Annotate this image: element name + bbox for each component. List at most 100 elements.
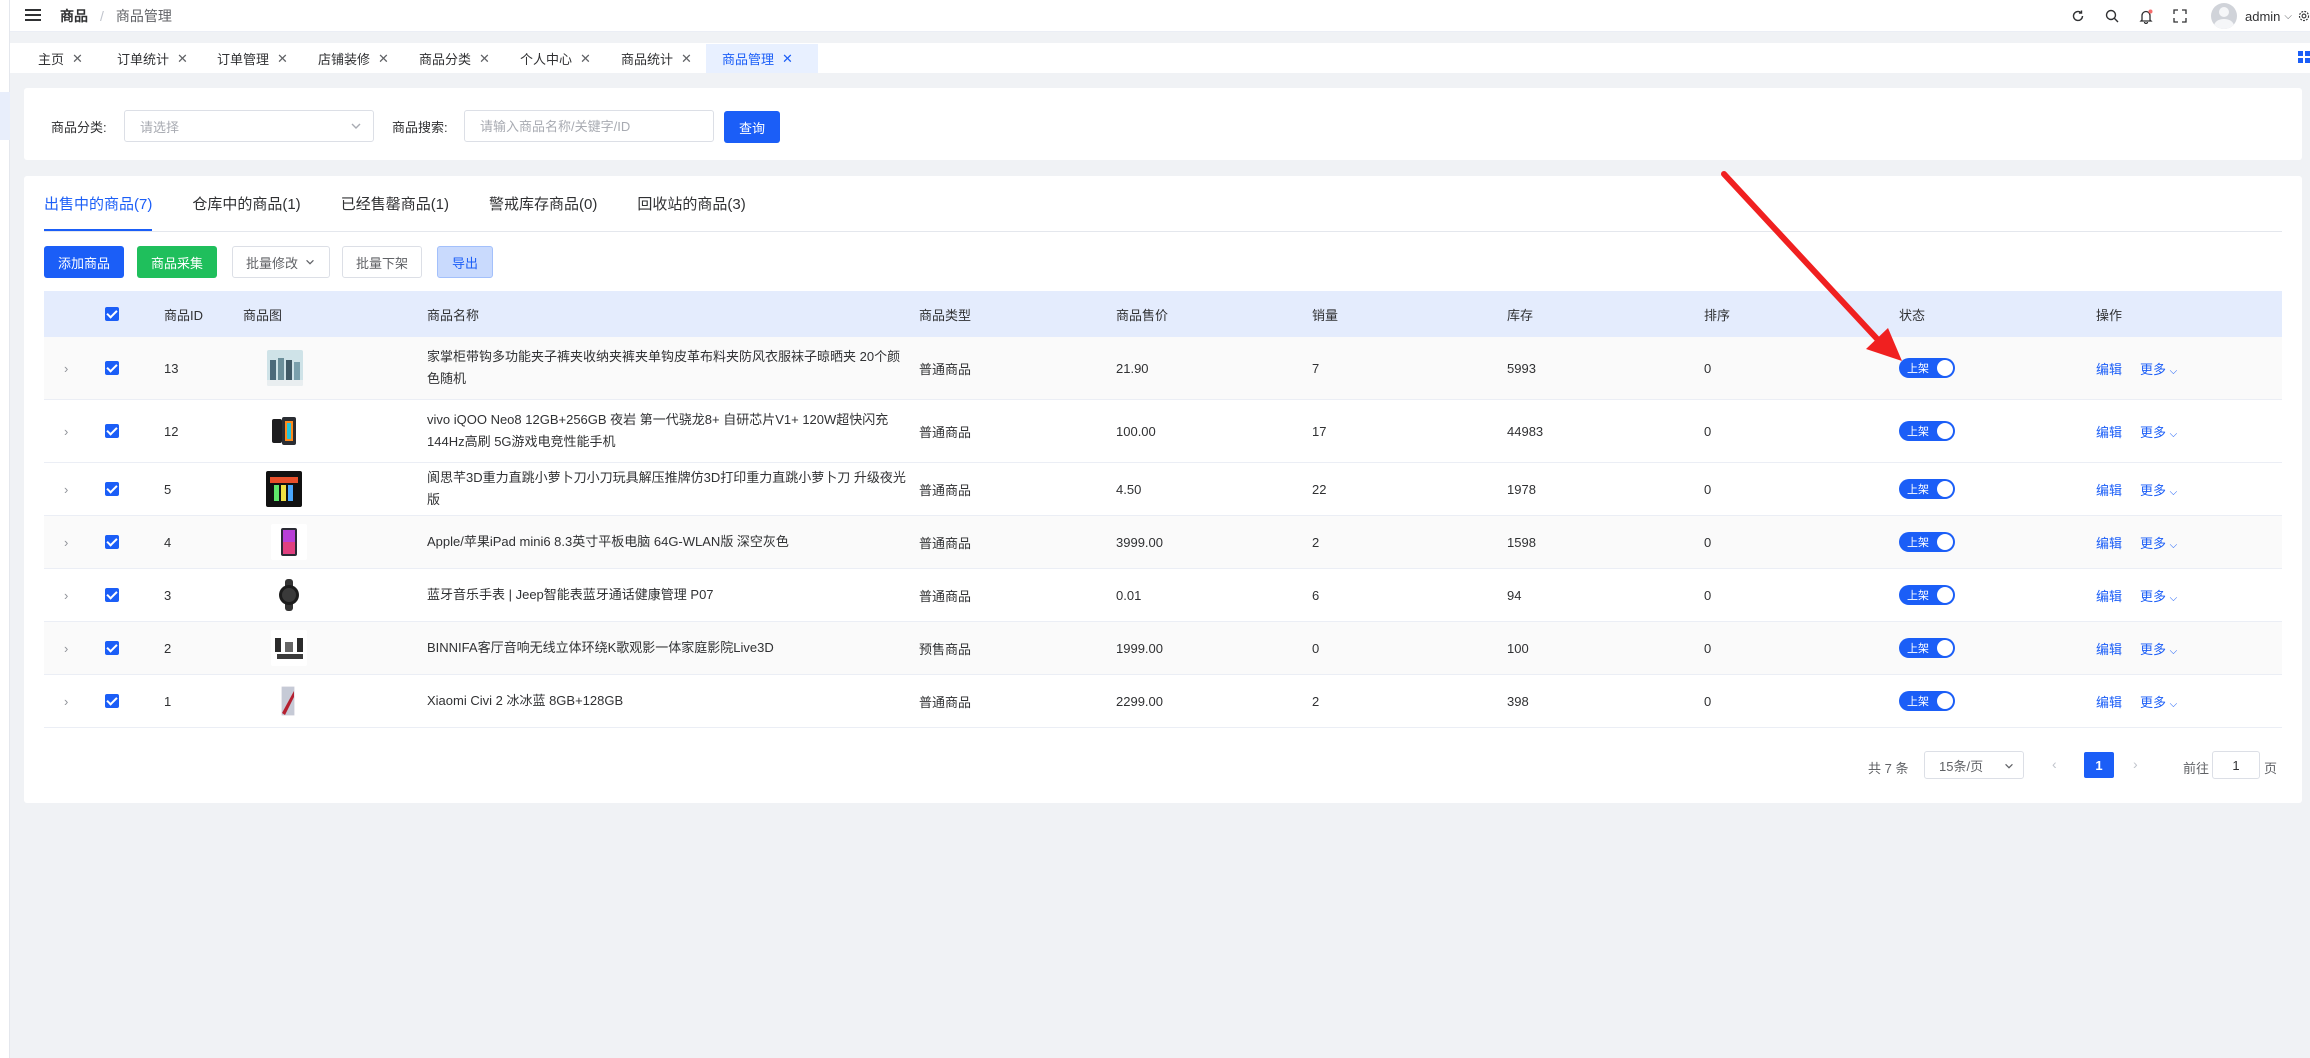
status-switch-cell: 上架 xyxy=(1899,337,1955,399)
batch-off-shelf-button[interactable]: 批量下架 xyxy=(342,246,422,278)
fullscreen-icon[interactable] xyxy=(2172,8,2188,24)
tab-sold-out[interactable]: 已经售罄商品(1) xyxy=(341,176,449,231)
edit-link[interactable]: 编辑 xyxy=(2096,359,2122,378)
row-checkbox[interactable] xyxy=(105,516,119,568)
more-dropdown[interactable]: 更多 ⌵ xyxy=(2140,639,2177,658)
row-checkbox[interactable] xyxy=(105,400,119,462)
expand-row-icon[interactable]: › xyxy=(64,400,68,462)
product-thumbnail[interactable] xyxy=(267,337,303,399)
export-button[interactable]: 导出 xyxy=(437,246,493,278)
row-checkbox[interactable] xyxy=(105,622,119,674)
prev-page-icon[interactable]: ‹ xyxy=(2052,756,2057,772)
add-product-button[interactable]: 添加商品 xyxy=(44,246,124,278)
view-tab-store-decor[interactable]: 店铺装修 ✕ xyxy=(318,44,418,73)
close-icon[interactable]: ✕ xyxy=(580,51,591,67)
breadcrumb-root[interactable]: 商品 xyxy=(60,6,88,26)
edit-link[interactable]: 编辑 xyxy=(2096,422,2122,441)
view-tab-home[interactable]: 主页 ✕ xyxy=(38,44,110,73)
edit-link[interactable]: 编辑 xyxy=(2096,586,2122,605)
next-page-icon[interactable]: › xyxy=(2133,756,2138,772)
view-tab-category[interactable]: 商品分类 ✕ xyxy=(419,44,519,73)
view-tab-order-manage[interactable]: 订单管理 ✕ xyxy=(217,44,317,73)
status-toggle[interactable]: 上架 xyxy=(1899,638,1955,658)
tab-low-stock[interactable]: 警戒库存商品(0) xyxy=(489,176,597,231)
status-toggle[interactable]: 上架 xyxy=(1899,691,1955,711)
row-checkbox[interactable] xyxy=(105,463,119,515)
column-header-status: 状态 xyxy=(1899,307,1926,323)
expand-row-icon[interactable]: › xyxy=(64,516,68,568)
status-toggle[interactable]: 上架 xyxy=(1899,532,1955,552)
edit-link[interactable]: 编辑 xyxy=(2096,639,2122,658)
close-icon[interactable]: ✕ xyxy=(72,51,83,67)
search-input[interactable] xyxy=(464,110,714,142)
close-icon[interactable]: ✕ xyxy=(782,51,793,67)
status-toggle[interactable]: 上架 xyxy=(1899,585,1955,605)
query-button[interactable]: 查询 xyxy=(724,111,780,143)
product-price: 3999.00 xyxy=(1116,534,1163,550)
more-dropdown[interactable]: 更多 ⌵ xyxy=(2140,480,2177,499)
page-size-select[interactable]: 15条/页 xyxy=(1924,751,2024,779)
select-all-checkbox[interactable] xyxy=(105,291,119,337)
product-thumbnail[interactable] xyxy=(266,400,302,462)
view-tab-profile[interactable]: 个人中心 ✕ xyxy=(520,44,620,73)
expand-row-icon[interactable]: › xyxy=(64,569,68,621)
expand-row-icon[interactable]: › xyxy=(64,337,68,399)
status-toggle[interactable]: 上架 xyxy=(1899,358,1955,378)
status-switch-cell: 上架 xyxy=(1899,622,1955,674)
bell-icon[interactable] xyxy=(2138,8,2154,24)
view-tab-label: 商品分类 xyxy=(419,52,472,67)
status-toggle-label: 上架 xyxy=(1907,537,1929,549)
row-checkbox[interactable] xyxy=(105,337,119,399)
hamburger-menu-icon[interactable] xyxy=(25,8,43,23)
close-icon[interactable]: ✕ xyxy=(681,51,692,67)
view-tab-product-manage[interactable]: 商品管理 ✕ xyxy=(706,44,818,73)
product-thumbnail[interactable] xyxy=(271,569,307,621)
more-label: 更多 xyxy=(2140,588,2167,604)
product-sort: 0 xyxy=(1704,360,1712,376)
row-checkbox[interactable] xyxy=(105,675,119,727)
more-dropdown[interactable]: 更多 ⌵ xyxy=(2140,533,2177,552)
more-dropdown[interactable]: 更多 ⌵ xyxy=(2140,586,2177,605)
batch-edit-dropdown[interactable]: 批量修改 xyxy=(232,246,330,278)
status-toggle[interactable]: 上架 xyxy=(1899,421,1955,441)
expand-row-icon[interactable]: › xyxy=(64,463,68,515)
close-icon[interactable]: ✕ xyxy=(177,51,188,67)
user-name[interactable]: admin xyxy=(2245,9,2280,24)
product-thumbnail[interactable] xyxy=(271,516,307,568)
product-id: 2 xyxy=(164,640,172,656)
settings-icon[interactable] xyxy=(2298,8,2310,24)
close-icon[interactable]: ✕ xyxy=(378,51,389,67)
view-tab-label: 店铺装修 xyxy=(318,52,371,67)
product-thumbnail[interactable] xyxy=(271,622,307,674)
more-dropdown[interactable]: 更多 ⌵ xyxy=(2140,359,2177,378)
refresh-icon[interactable] xyxy=(2070,8,2086,24)
product-thumbnail[interactable] xyxy=(266,463,302,515)
more-dropdown[interactable]: 更多 ⌵ xyxy=(2140,692,2177,711)
row-checkbox[interactable] xyxy=(105,569,119,621)
collect-product-button[interactable]: 商品采集 xyxy=(137,246,217,278)
view-tab-order-stats[interactable]: 订单统计 ✕ xyxy=(117,44,217,73)
toggle-knob xyxy=(1937,481,1953,497)
tabs-menu-icon[interactable] xyxy=(2298,51,2310,63)
tab-recycle-bin[interactable]: 回收站的商品(3) xyxy=(637,176,745,231)
edit-link[interactable]: 编辑 xyxy=(2096,533,2122,552)
page-number-current[interactable]: 1 xyxy=(2084,752,2114,778)
edit-link[interactable]: 编辑 xyxy=(2096,480,2122,499)
breadcrumb-current: 商品管理 xyxy=(115,7,172,24)
more-dropdown[interactable]: 更多 ⌵ xyxy=(2140,422,2177,441)
tab-on-sale[interactable]: 出售中的商品(7) xyxy=(44,176,153,231)
expand-row-icon[interactable]: › xyxy=(64,675,68,727)
search-icon[interactable] xyxy=(2104,8,2120,24)
edit-link[interactable]: 编辑 xyxy=(2096,692,2122,711)
chevron-down-icon[interactable]: ⌵ xyxy=(2284,11,2292,22)
status-toggle[interactable]: 上架 xyxy=(1899,479,1955,499)
close-icon[interactable]: ✕ xyxy=(479,51,490,67)
goto-page-input[interactable] xyxy=(2212,751,2260,779)
close-icon[interactable]: ✕ xyxy=(277,51,288,67)
expand-row-icon[interactable]: › xyxy=(64,622,68,674)
category-select[interactable]: 请选择 xyxy=(124,110,374,142)
product-thumbnail[interactable] xyxy=(271,675,307,727)
toggle-knob xyxy=(1937,360,1953,376)
tab-warehouse[interactable]: 仓库中的商品(1) xyxy=(192,176,300,231)
user-avatar[interactable] xyxy=(2210,3,2237,29)
